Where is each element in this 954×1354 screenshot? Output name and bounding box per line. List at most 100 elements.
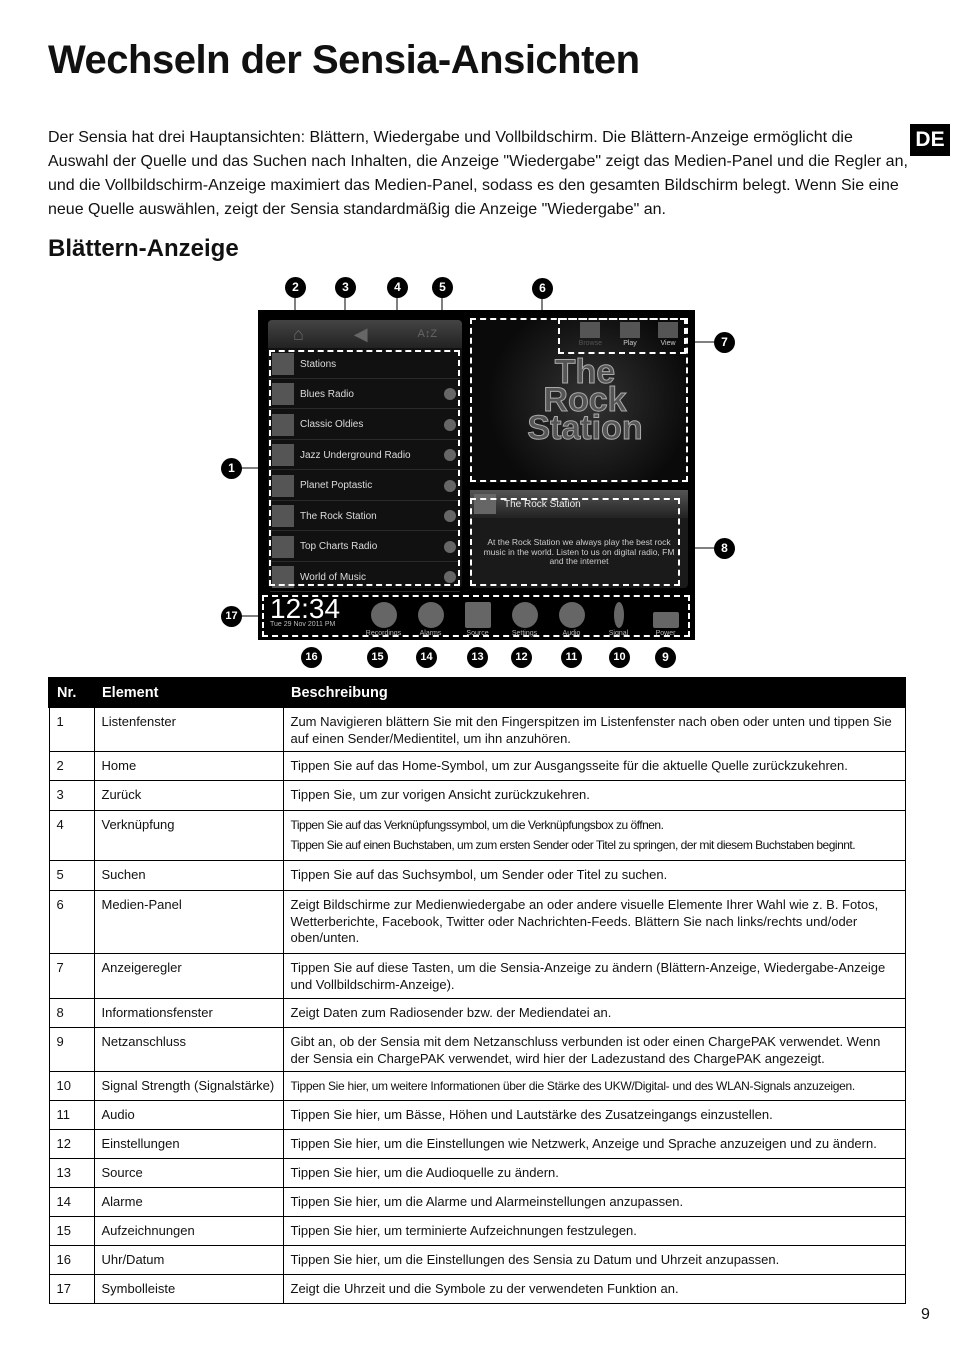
nr: 11 <box>48 1100 95 1130</box>
col-description: Beschreibung <box>282 677 906 708</box>
callout-12: 12 <box>511 647 532 668</box>
nr: 2 <box>48 751 95 781</box>
table-row: 9 Netzanschluss Gibt an, ob der Sensia mit… <box>48 1027 906 1072</box>
description: Tippen Sie auf das Suchsymbol, um Sender… <box>290 867 668 882</box>
description: Tippen Sie hier, um die Audioquelle zu ä… <box>290 1165 559 1180</box>
table-row: 4 Verknüpfung Tippen Sie auf das Verknüpfu… <box>48 810 906 861</box>
description: Zeigt die Uhrzeit und die Symbole zu der… <box>290 1281 679 1296</box>
nr: 16 <box>48 1245 95 1275</box>
table-row: 2 Home Tippen Sie auf das Home-Symbol, um … <box>48 751 906 781</box>
nr: 17 <box>48 1274 95 1304</box>
callout-17: 17 <box>221 606 242 627</box>
element: Alarme <box>93 1187 284 1217</box>
callout-13: 13 <box>467 647 488 668</box>
callout-9: 9 <box>655 647 676 668</box>
element: Aufzeichnungen <box>93 1216 284 1246</box>
callout-5: 5 <box>432 277 453 298</box>
callout-6: 6 <box>532 278 553 299</box>
table-row: 17 Symbolleiste Zeigt die Uhrzeit und die … <box>48 1274 906 1304</box>
table-row: 11 Audio Tippen Sie hier, um Bässe, Höhen … <box>48 1100 906 1130</box>
description: Tippen Sie auf diese Tasten, um die Sens… <box>290 960 886 992</box>
callout-3: 3 <box>335 277 356 298</box>
table-row: 10 Signal Strength (Signalstärke) Tippen S… <box>48 1071 906 1101</box>
nr: 7 <box>48 953 95 999</box>
callout-8: 8 <box>714 538 735 559</box>
nr: 5 <box>48 860 95 891</box>
element: Informationsfenster <box>93 998 284 1028</box>
nr: 4 <box>48 810 95 861</box>
element: Netzanschluss <box>93 1027 284 1072</box>
sensia-browse-screen: ⌂ ◀ A↕Z Stations Blues Radio Classic Oldi… <box>258 310 695 640</box>
nr: 1 <box>48 706 95 752</box>
nr: 12 <box>48 1129 95 1159</box>
nr: 10 <box>48 1071 95 1101</box>
table-row: 8 Informationsfenster Zeigt Daten zum Radi… <box>48 998 906 1028</box>
callout-10: 10 <box>609 647 630 668</box>
view-controls-outline <box>558 318 686 354</box>
description: Tippen Sie hier, um terminierte Aufzeich… <box>290 1223 637 1238</box>
element: Suchen <box>93 860 284 891</box>
nr: 3 <box>48 780 95 811</box>
home-icon[interactable]: ⌂ <box>293 324 304 345</box>
description: Tippen Sie auf das Home-Symbol, um zur A… <box>290 758 848 773</box>
description: Tippen Sie hier, um die Einstellungen de… <box>290 1252 780 1267</box>
description: Zum Navigieren blättern Sie mit den Fing… <box>290 714 892 746</box>
description: Gibt an, ob der Sensia mit dem Netzansch… <box>290 1034 881 1066</box>
callout-15: 15 <box>367 647 388 668</box>
element: Zurück <box>93 780 284 811</box>
table-row: 13 Source Tippen Sie hier, um die Audioque… <box>48 1158 906 1188</box>
element-table: Nr. Element Beschreibung 1 Listenfenster Z… <box>48 677 906 1304</box>
table-row: 14 Alarme Tippen Sie hier, um die Alarme u… <box>48 1187 906 1217</box>
description: Tippen Sie, um zur vorigen Ansicht zurüc… <box>290 787 590 802</box>
table-row: 5 Suchen Tippen Sie auf das Suchsymbol, um… <box>48 860 906 891</box>
table-row: 3 Zurück Tippen Sie, um zur vorigen Ansich… <box>48 780 906 811</box>
nr: 13 <box>48 1158 95 1188</box>
element: Uhr/Datum <box>93 1245 284 1275</box>
element: Anzeigeregler <box>93 953 284 999</box>
list-window-outline <box>269 350 460 586</box>
list-toolbar: ⌂ ◀ A↕Z <box>268 320 462 348</box>
table-row: 1 Listenfenster Zum Navigieren blättern Si… <box>48 706 906 752</box>
nr: 6 <box>48 890 95 954</box>
description: Tippen Sie hier, um weitere Informatione… <box>290 1079 856 1093</box>
table-row: 12 Einstellungen Tippen Sie hier, um die E… <box>48 1129 906 1159</box>
element: Symbolleiste <box>93 1274 284 1304</box>
toolbar-outline <box>262 595 690 637</box>
info-window-outline <box>470 498 680 586</box>
description: Tippen Sie hier, um die Einstellungen wi… <box>290 1136 877 1151</box>
callout-11: 11 <box>561 647 582 668</box>
nr: 14 <box>48 1187 95 1217</box>
table-row: 6 Medien-Panel Zeigt Bildschirme zur Medie… <box>48 890 906 954</box>
table-row: 15 Aufzeichnungen Tippen Sie hier, um term… <box>48 1216 906 1246</box>
element: Home <box>93 751 284 781</box>
callout-2: 2 <box>285 277 306 298</box>
callout-16: 16 <box>301 647 322 668</box>
callout-7: 7 <box>714 332 735 353</box>
nr: 8 <box>48 998 95 1028</box>
element: Listenfenster <box>93 706 284 752</box>
shortcut-az-icon[interactable]: A↕Z <box>417 328 437 340</box>
element: Verknüpfung <box>93 810 284 861</box>
description: Tippen Sie hier, um die Alarme und Alarm… <box>290 1194 684 1209</box>
element: Signal Strength (Signalstärke) <box>93 1071 284 1101</box>
element: Audio <box>93 1100 284 1130</box>
element: Einstellungen <box>93 1129 284 1159</box>
callout-4: 4 <box>387 277 408 298</box>
back-icon[interactable]: ◀ <box>354 324 368 345</box>
callout-14: 14 <box>416 647 437 668</box>
col-nr: Nr. <box>48 677 95 708</box>
description: Tippen Sie hier, um Bässe, Höhen und Lau… <box>290 1107 773 1122</box>
callout-1: 1 <box>221 458 242 479</box>
description: Zeigt Daten zum Radiosender bzw. der Med… <box>290 1005 612 1020</box>
nr: 15 <box>48 1216 95 1246</box>
page-number: 9 <box>921 1306 930 1323</box>
description: Zeigt Bildschirme zur Medienwiedergabe a… <box>290 897 879 945</box>
table-row: 16 Uhr/Datum Tippen Sie hier, um die Einst… <box>48 1245 906 1275</box>
element: Source <box>93 1158 284 1188</box>
nr: 9 <box>48 1027 95 1072</box>
description-2: Tippen Sie auf einen Buchstaben, um zum … <box>290 837 856 852</box>
table-row: 7 Anzeigeregler Tippen Sie auf diese Taste… <box>48 953 906 999</box>
element: Medien-Panel <box>93 890 284 954</box>
description: Tippen Sie auf das Verknüpfungssymbol, u… <box>290 818 664 832</box>
col-element: Element <box>93 677 284 708</box>
